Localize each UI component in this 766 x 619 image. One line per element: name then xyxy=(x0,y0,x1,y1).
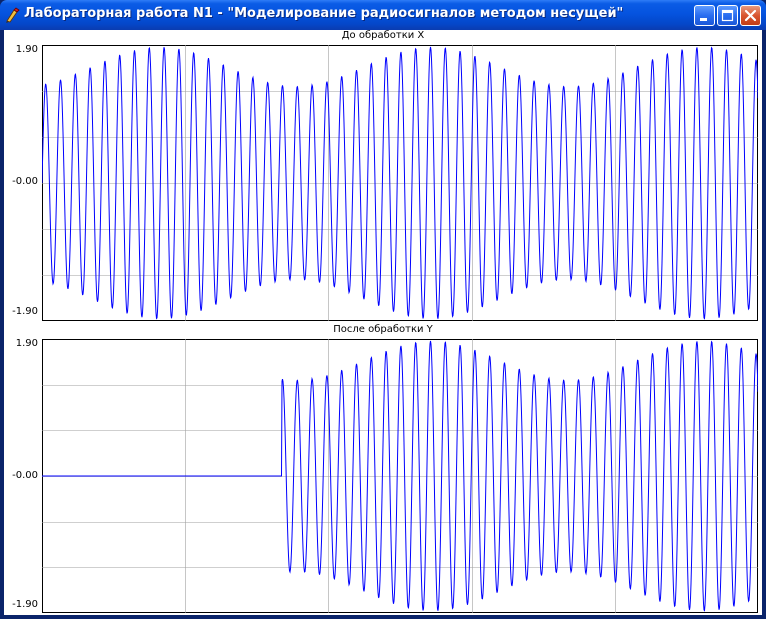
main-window: Лабораторная работа N1 - "Моделирование … xyxy=(0,0,766,619)
app-icon[interactable] xyxy=(5,7,21,23)
maximize-icon xyxy=(721,9,734,22)
y-mid-label: -0.00 xyxy=(12,470,38,481)
plot-x-canvas[interactable] xyxy=(42,45,758,321)
plot-title: После обработки Y xyxy=(333,324,433,335)
plot-frame xyxy=(42,45,758,321)
close-button[interactable] xyxy=(740,5,761,26)
y-mid-label: -0.00 xyxy=(12,176,38,187)
y-min-label: -1.90 xyxy=(12,306,38,317)
maximize-button[interactable] xyxy=(717,5,738,26)
plot-title: До обработки X xyxy=(341,30,425,41)
client-area: До обработки X 1.90 -0.00 -1.90 После об… xyxy=(4,30,762,615)
minimize-button[interactable] xyxy=(694,5,715,26)
title-bar[interactable]: Лабораторная работа N1 - "Моделирование … xyxy=(0,0,766,30)
close-icon xyxy=(744,9,757,22)
y-max-label: 1.90 xyxy=(15,338,38,349)
y-min-label: -1.90 xyxy=(12,599,38,610)
y-max-label: 1.90 xyxy=(15,44,38,55)
window-title: Лабораторная работа N1 - "Моделирование … xyxy=(24,6,624,21)
plot-y: После обработки Y 1.90 -0.00 -1.90 xyxy=(4,324,762,615)
minimize-icon xyxy=(700,18,707,21)
plot-x: До обработки X 1.90 -0.00 -1.90 xyxy=(4,30,762,322)
plot-y-canvas[interactable] xyxy=(42,339,758,613)
